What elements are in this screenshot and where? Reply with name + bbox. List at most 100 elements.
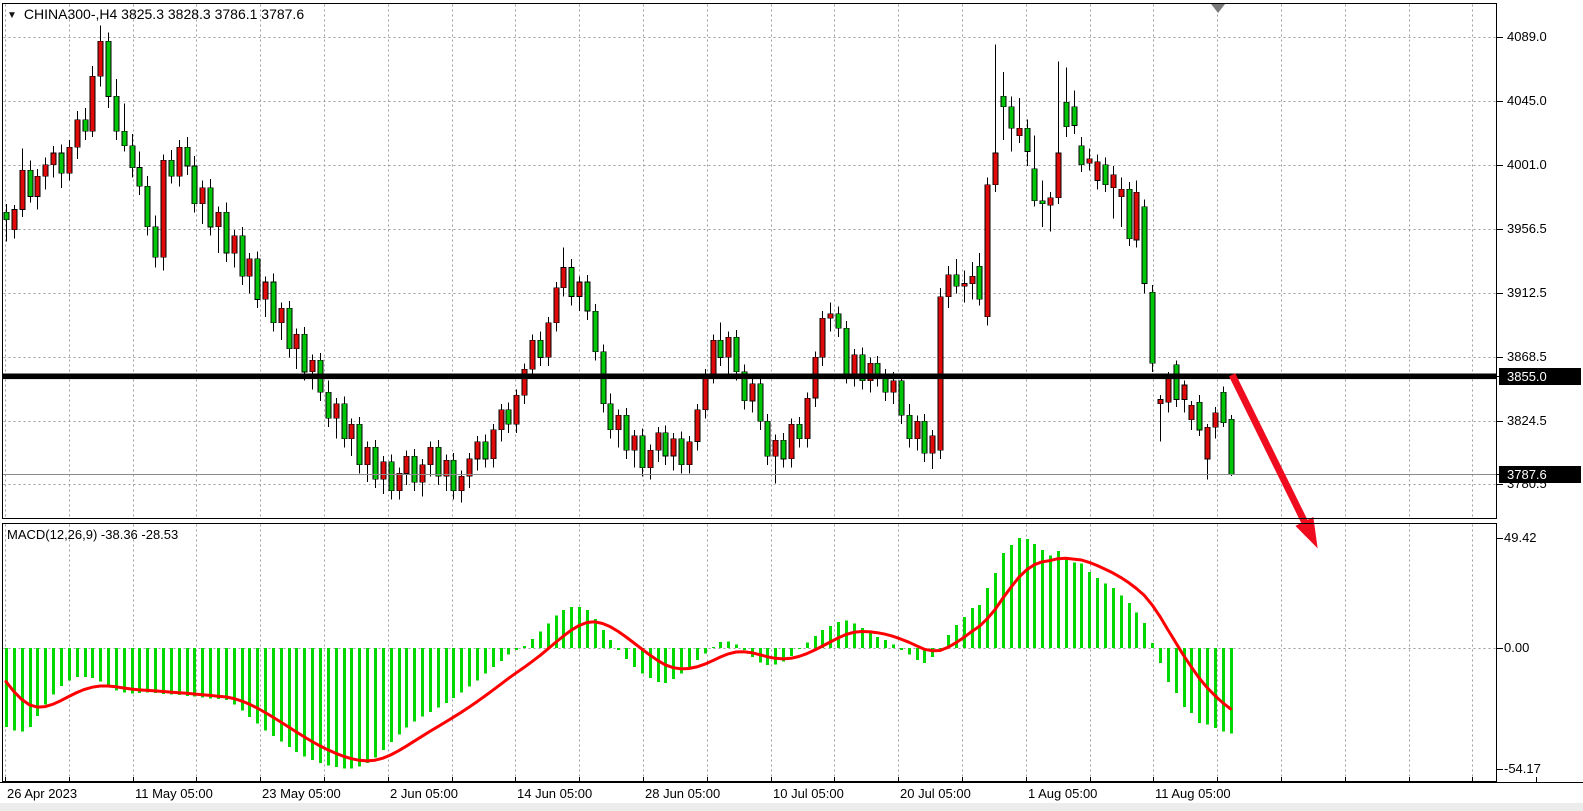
bull-candle [1166, 376, 1171, 402]
macd-histogram-bar [892, 645, 895, 648]
bull-candle [930, 436, 935, 453]
resistance-hline[interactable] [3, 374, 1497, 380]
price-axis-label: 4089.0 [1507, 29, 1547, 45]
macd-histogram-bar [76, 648, 79, 677]
macd-histogram-bar [1010, 545, 1013, 648]
macd-axis-label: 49.42 [1504, 530, 1537, 546]
macd-histogram-bar [60, 648, 63, 686]
macd-histogram-bar [1057, 551, 1060, 648]
macd-histogram-bar [115, 648, 118, 690]
chart-canvas[interactable] [0, 0, 1583, 811]
bull-candle [444, 460, 449, 476]
bull-candle [962, 284, 967, 287]
macd-histogram-bar [29, 648, 32, 727]
bear-candle [255, 259, 260, 300]
macd-histogram-bar [790, 648, 793, 656]
macd-histogram-bar [696, 648, 699, 660]
bear-candle [922, 421, 927, 453]
bull-candle [161, 160, 166, 257]
time-axis-label: 23 May 05:00 [262, 786, 341, 802]
bear-candle [1174, 365, 1179, 400]
macd-histogram-bar [609, 640, 612, 648]
macd-histogram-bar [272, 648, 275, 736]
bear-candle [224, 212, 229, 253]
macd-histogram-bar [327, 648, 330, 766]
shift-marker-triangle[interactable] [1211, 4, 1225, 13]
macd-histogram-bar [193, 648, 196, 697]
macd-histogram-bar [814, 636, 817, 648]
macd-histogram-bar [704, 648, 707, 654]
bear-candle [451, 460, 456, 490]
bull-candle [177, 147, 182, 176]
trend-arrow[interactable] [1232, 375, 1317, 549]
bear-candle [153, 227, 158, 257]
macd-histogram-bar [225, 648, 228, 700]
bull-candle [938, 297, 943, 451]
macd-histogram-bar [44, 648, 47, 705]
macd-histogram-bar [1026, 539, 1029, 648]
bull-candle [828, 314, 833, 318]
bull-candle [1111, 175, 1116, 188]
time-axis-label: 26 Apr 2023 [7, 786, 77, 802]
bull-candle [1017, 128, 1022, 135]
price-axis-label: 4001.0 [1507, 157, 1547, 173]
time-axis-label: 11 May 05:00 [135, 786, 213, 802]
macd-histogram-bar [908, 648, 911, 655]
bull-candle [51, 153, 56, 165]
bull-candle [789, 424, 794, 459]
macd-histogram-bar [295, 648, 298, 752]
bull-candle [616, 415, 621, 430]
bull-candle [43, 165, 48, 177]
macd-histogram-bar [390, 648, 393, 742]
bear-candle [271, 282, 276, 323]
macd-histogram-bar [657, 648, 660, 682]
time-axis-label: 28 Jun 05:00 [645, 786, 720, 802]
bear-candle [663, 433, 668, 456]
bull-candle [632, 436, 637, 451]
chart-header: ▼ CHINA300-,H4 3825.3 3828.3 3786.1 3787.… [7, 6, 304, 22]
macd-histogram-bar [445, 648, 448, 703]
macd-histogram-bar [1135, 612, 1138, 648]
macd-histogram-bar [531, 639, 534, 648]
bear-candle [169, 160, 174, 176]
symbol-dropdown-icon[interactable]: ▼ [7, 10, 17, 21]
bull-candle [1134, 192, 1139, 240]
macd-histogram-bar [382, 648, 385, 750]
bull-candle [475, 442, 480, 459]
bull-candle [365, 447, 370, 464]
bear-candle [1103, 165, 1108, 185]
macd-histogram-bar [727, 641, 730, 648]
bull-candle [90, 76, 95, 131]
macd-histogram-bar [735, 645, 738, 648]
bull-candle [279, 308, 284, 323]
bull-candle [656, 433, 661, 450]
time-axis-label: 11 Aug 05:00 [1155, 786, 1231, 802]
macd-histogram-bar [413, 648, 416, 721]
ohlc-readout: CHINA300-,H4 3825.3 3828.3 3786.1 3787.6 [24, 6, 304, 22]
macd-histogram-bar [1112, 588, 1115, 648]
macd-histogram-bar [201, 648, 204, 697]
candlestick-layer [4, 25, 1234, 502]
macd-histogram-bar [1041, 550, 1044, 648]
macd-histogram-bar [515, 648, 518, 650]
bull-candle [891, 381, 896, 393]
macd-histogram-bar [138, 648, 141, 693]
bull-candle [1213, 413, 1218, 428]
time-axis-label: 2 Jun 05:00 [390, 786, 458, 802]
macd-histogram-bar [209, 648, 212, 698]
bear-candle [130, 146, 135, 168]
bull-candle [491, 430, 496, 459]
macd-histogram-bar [452, 648, 455, 698]
mt4-chart-window[interactable]: ▼ CHINA300-,H4 3825.3 3828.3 3786.1 3787.… [0, 0, 1583, 811]
bull-candle [514, 395, 519, 424]
bear-candle [436, 447, 441, 476]
resistance-price-badge: 3855.0 [1499, 368, 1581, 385]
macd-histogram-bar [1175, 648, 1178, 693]
bull-candle [75, 120, 80, 148]
bull-candle [397, 473, 402, 490]
macd-histogram-bar [837, 622, 840, 648]
macd-histogram-bar [798, 648, 801, 649]
macd-histogram-bar [1143, 623, 1146, 648]
bull-candle [294, 334, 299, 349]
macd-signal-line [6, 558, 1231, 761]
